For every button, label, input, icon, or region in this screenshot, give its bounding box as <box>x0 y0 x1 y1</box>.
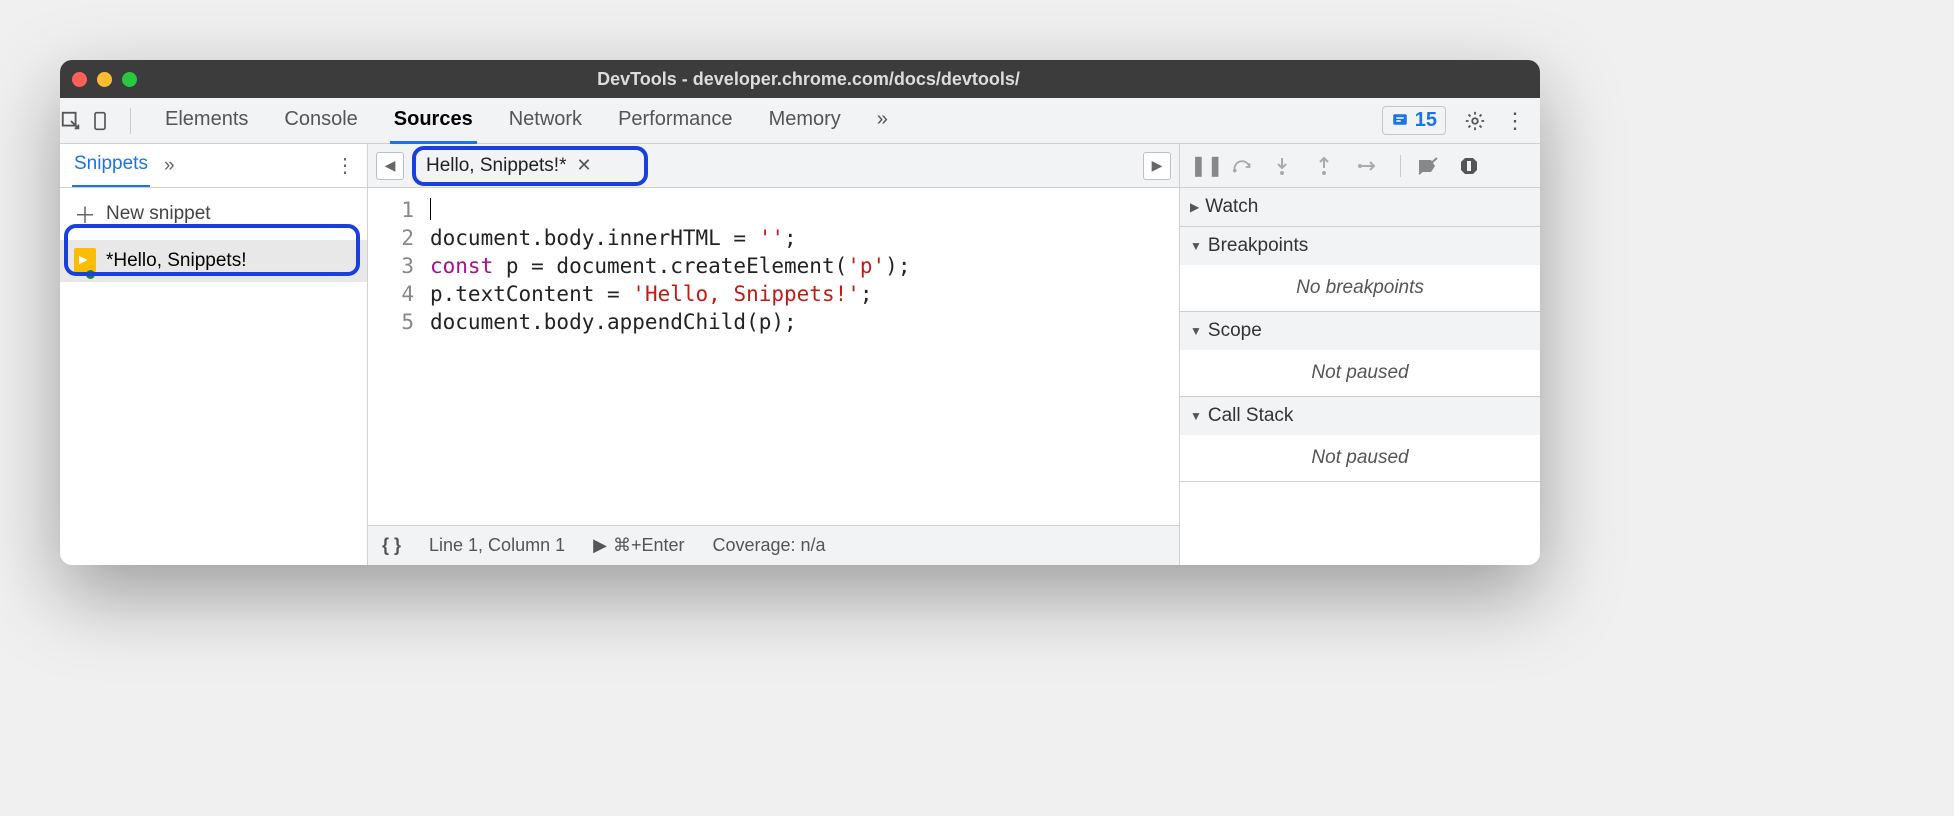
more-options-icon[interactable]: ⋮ <box>1504 108 1526 134</box>
callstack-section-header[interactable]: ▼ Call Stack <box>1180 397 1540 435</box>
play-icon: ▶ <box>593 535 607 556</box>
pause-icon[interactable]: ❚❚ <box>1190 153 1216 178</box>
main-content: Snippets » ⋮ ＋ New snippet *Hello, Snipp… <box>60 144 1540 565</box>
plus-icon: ＋ <box>74 198 96 230</box>
editor-panel: ◀ Hello, Snippets!* ✕ ▶ 12345 document.b… <box>368 144 1180 565</box>
navigator-tabs-overflow[interactable]: » <box>164 155 175 177</box>
editor-nav-next-icon[interactable]: ▶ <box>1143 152 1171 180</box>
device-toolbar-icon[interactable] <box>90 110 120 132</box>
editor-tab-label: Hello, Snippets!* <box>426 155 566 177</box>
scope-label: Scope <box>1208 320 1262 342</box>
snippet-list-item[interactable]: *Hello, Snippets! <box>60 240 367 282</box>
scope-body: Not paused <box>1180 350 1540 396</box>
pause-on-exceptions-icon[interactable] <box>1459 156 1485 176</box>
divider <box>1400 155 1401 177</box>
scope-section-header[interactable]: ▼ Scope <box>1180 312 1540 350</box>
run-snippet-button[interactable]: ▶ ⌘+Enter <box>593 535 684 556</box>
issues-icon <box>1391 112 1409 130</box>
window-titlebar: DevTools - developer.chrome.com/docs/dev… <box>60 60 1540 98</box>
editor-statusbar: { } Line 1, Column 1 ▶ ⌘+Enter Coverage:… <box>368 525 1179 565</box>
main-toolbar: Elements Console Sources Network Perform… <box>60 98 1540 144</box>
editor-file-tab[interactable]: Hello, Snippets!* ✕ <box>414 151 604 181</box>
run-shortcut: ⌘+Enter <box>613 535 685 556</box>
panel-tabs: Elements Console Sources Network Perform… <box>161 98 892 144</box>
traffic-lights <box>72 72 137 87</box>
new-snippet-button[interactable]: ＋ New snippet <box>60 188 367 240</box>
editor-nav-prev-icon[interactable]: ◀ <box>376 152 404 180</box>
window-title: DevTools - developer.chrome.com/docs/dev… <box>137 69 1528 90</box>
tab-memory[interactable]: Memory <box>765 98 845 144</box>
inspect-element-icon[interactable] <box>60 110 90 132</box>
debugger-sidebar: ❚❚ ▶ Watch ▼ Breakpoints No breakpoints ▼ S… <box>1180 144 1540 565</box>
callstack-body: Not paused <box>1180 435 1540 481</box>
snippets-tab[interactable]: Snippets <box>72 145 150 187</box>
chevron-down-icon: ▼ <box>1190 409 1202 423</box>
minimize-window-button[interactable] <box>97 72 112 87</box>
navigator-more-icon[interactable]: ⋮ <box>335 153 355 178</box>
coverage-status: Coverage: n/a <box>713 535 826 556</box>
code-content: document.body.innerHTML = ''; const p = … <box>424 188 910 525</box>
line-gutter: 12345 <box>368 188 424 525</box>
watch-section-header[interactable]: ▶ Watch <box>1180 188 1540 226</box>
close-window-button[interactable] <box>72 72 87 87</box>
code-editor[interactable]: 12345 document.body.innerHTML = ''; cons… <box>368 188 1179 525</box>
callstack-label: Call Stack <box>1208 405 1294 427</box>
chevron-down-icon: ▼ <box>1190 239 1202 253</box>
cursor-position: Line 1, Column 1 <box>429 535 565 556</box>
watch-label: Watch <box>1205 196 1258 218</box>
close-tab-icon[interactable]: ✕ <box>576 155 591 176</box>
snippet-item-label: *Hello, Snippets! <box>106 250 246 272</box>
tab-sources[interactable]: Sources <box>390 98 477 144</box>
step-out-icon[interactable] <box>1316 156 1342 176</box>
breakpoints-label: Breakpoints <box>1208 235 1308 257</box>
tabs-overflow-button[interactable]: » <box>873 98 892 144</box>
navigator-sidebar: Snippets » ⋮ ＋ New snippet *Hello, Snipp… <box>60 144 368 565</box>
devtools-window: DevTools - developer.chrome.com/docs/dev… <box>60 60 1540 565</box>
step-icon[interactable] <box>1358 158 1384 174</box>
step-into-icon[interactable] <box>1274 156 1300 176</box>
new-snippet-label: New snippet <box>106 203 211 225</box>
issues-button[interactable]: 15 <box>1382 106 1446 135</box>
issues-count: 15 <box>1415 109 1437 132</box>
tab-network[interactable]: Network <box>505 98 586 144</box>
chevron-down-icon: ▼ <box>1190 324 1202 338</box>
tab-console[interactable]: Console <box>280 98 361 144</box>
navigator-tabs: Snippets » ⋮ <box>60 144 367 188</box>
settings-icon[interactable] <box>1464 110 1486 132</box>
debugger-toolbar: ❚❚ <box>1180 144 1540 188</box>
breakpoints-section-header[interactable]: ▼ Breakpoints <box>1180 227 1540 265</box>
breakpoints-body: No breakpoints <box>1180 265 1540 311</box>
modified-dot-icon <box>86 270 95 279</box>
chevron-right-icon: ▶ <box>1190 200 1199 214</box>
tab-performance[interactable]: Performance <box>614 98 737 144</box>
tab-elements[interactable]: Elements <box>161 98 252 144</box>
editor-tabbar: ◀ Hello, Snippets!* ✕ ▶ <box>368 144 1179 188</box>
pretty-print-icon[interactable]: { } <box>382 535 401 556</box>
divider <box>130 108 131 134</box>
zoom-window-button[interactable] <box>122 72 137 87</box>
step-over-icon[interactable] <box>1232 157 1258 175</box>
deactivate-breakpoints-icon[interactable] <box>1417 156 1443 176</box>
